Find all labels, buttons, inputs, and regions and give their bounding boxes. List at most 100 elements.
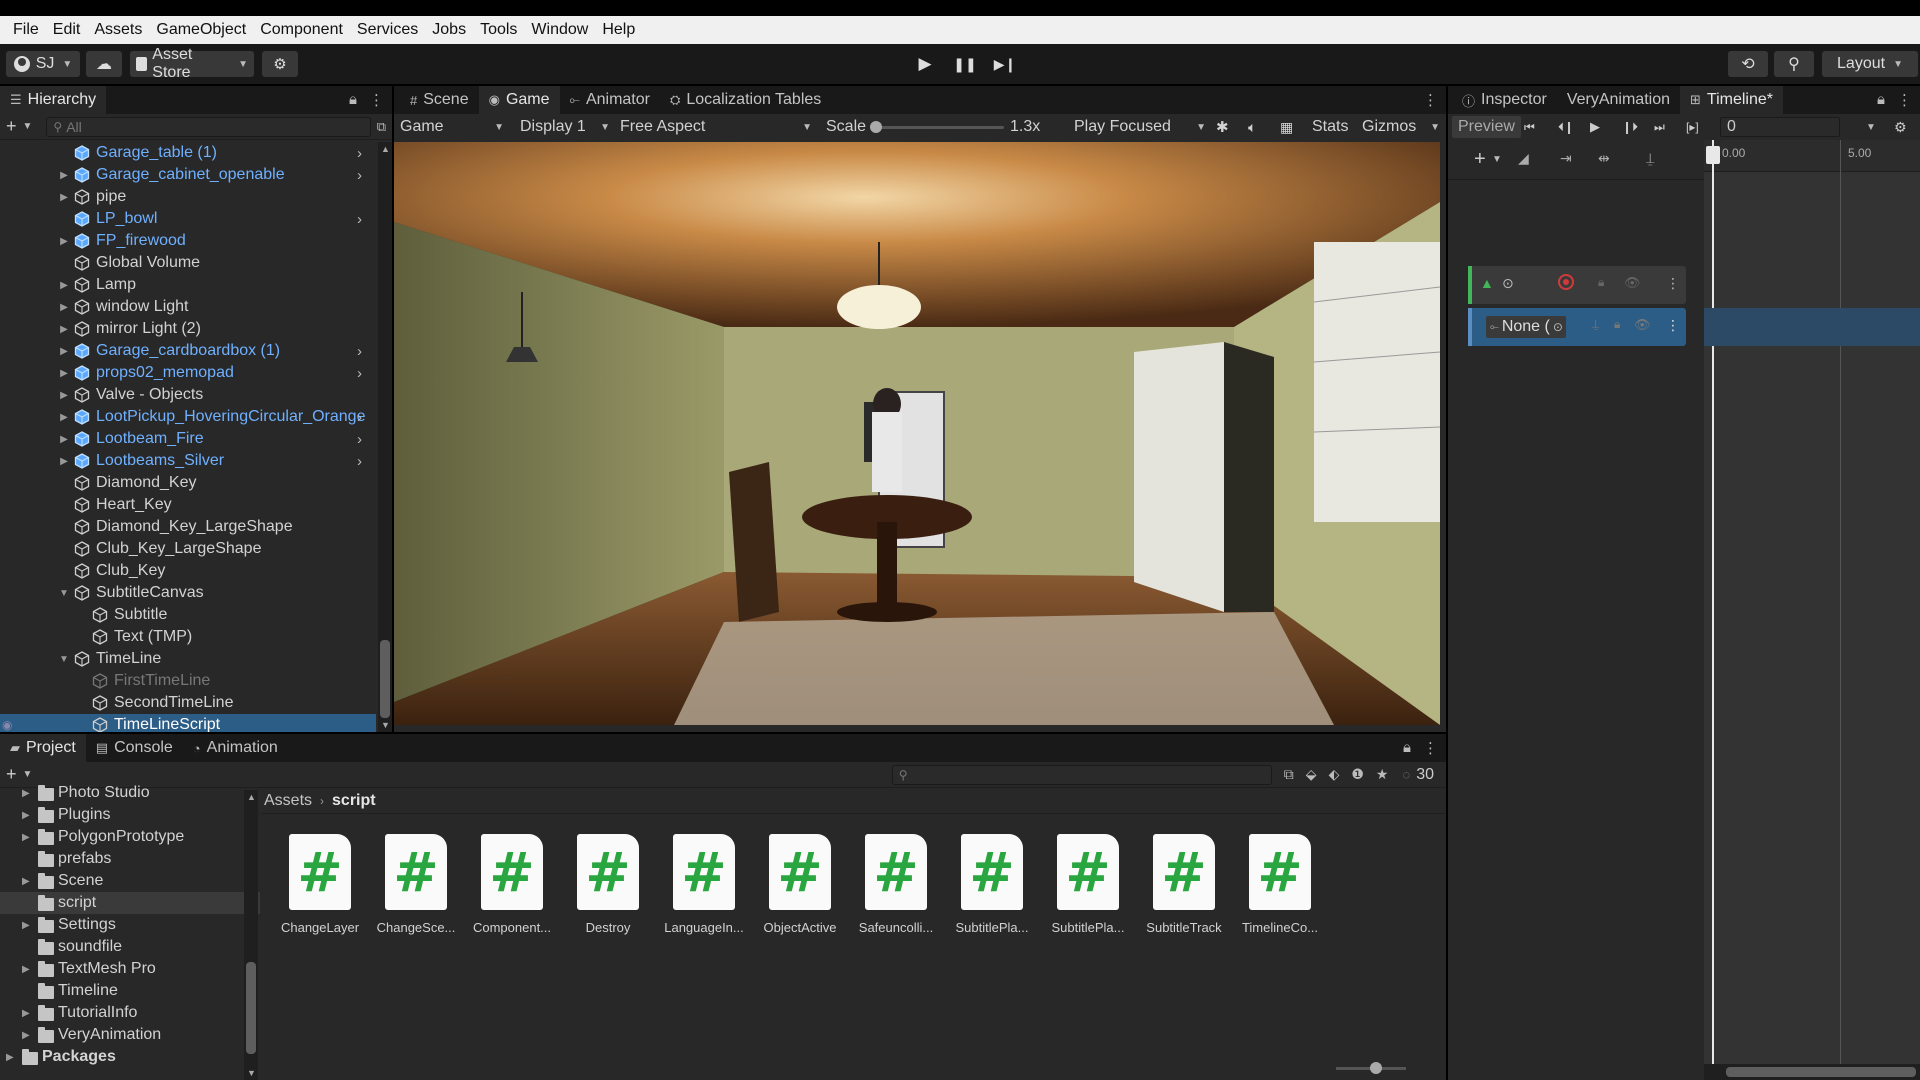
target-icon[interactable]: ⊙ (1502, 275, 1514, 292)
frame-input[interactable]: 0 (1720, 117, 1840, 137)
record-icon[interactable] (1558, 274, 1574, 290)
tab-animator[interactable]: ⟜ Animator (560, 86, 660, 114)
hierarchy-scrollbar[interactable]: ▲ ▼ (378, 142, 392, 732)
stats-button[interactable]: Stats (1312, 114, 1348, 140)
chevron-right-icon[interactable]: ▶ (22, 964, 30, 975)
icon-size-slider[interactable] (1336, 1062, 1406, 1074)
hierarchy-item[interactable]: TimeLineScript ◉ (0, 714, 376, 732)
project-tree-scrollbar[interactable]: ▲ ▼ (244, 790, 258, 1080)
script-asset[interactable]: # SubtitleTrack (1138, 834, 1230, 935)
chevron-right-icon[interactable]: › (357, 453, 362, 470)
hierarchy-item[interactable]: ▼ SubtitleCanvas (0, 582, 376, 604)
tab-hierarchy[interactable]: ☰ Hierarchy (0, 86, 107, 114)
chevron-right-icon[interactable]: ▶ (22, 810, 30, 821)
project-folder-item[interactable]: ▶ Scene (0, 870, 260, 892)
timeline-hscrollbar[interactable] (1704, 1064, 1920, 1080)
hierarchy-item[interactable]: ▶ Lootbeam_Fire › (0, 428, 376, 450)
script-asset[interactable]: # TimelineCo... (1234, 834, 1326, 935)
chevron-right-icon[interactable]: ▶ (22, 1030, 30, 1041)
menu-gameobject[interactable]: GameObject (149, 21, 253, 39)
script-asset[interactable]: # Component... (466, 834, 558, 935)
next-frame-icon[interactable]: ❙⏵ (1622, 120, 1638, 135)
step-button[interactable]: ▶❙ (988, 51, 1022, 77)
hierarchy-item[interactable]: ▶ window Light (0, 296, 376, 318)
hierarchy-item[interactable]: ▶ Garage_cardboardbox (1) › (0, 340, 376, 362)
asset-store-button[interactable]: Asset Store ▼ (130, 46, 254, 81)
menu-jobs[interactable]: Jobs (425, 21, 473, 39)
pause-button[interactable]: ❚❚ (948, 51, 982, 77)
hierarchy-item[interactable]: ▶ Garage_cabinet_openable › (0, 164, 376, 186)
playhead[interactable] (1712, 140, 1714, 1080)
hierarchy-item[interactable]: Text (TMP) (0, 626, 376, 648)
scroll-up-icon[interactable]: ▲ (247, 792, 256, 802)
go-to-end-icon[interactable]: ⏭ (1654, 120, 1665, 135)
chevron-right-icon[interactable]: › (357, 343, 362, 360)
mute-audio-button[interactable]: 🔈︎ (1248, 114, 1268, 140)
hierarchy-item[interactable]: ▶ Lamp (0, 274, 376, 296)
preview-button[interactable]: Preview (1452, 116, 1521, 138)
history-button[interactable]: ⟲ (1728, 51, 1768, 77)
menu-help[interactable]: Help (595, 21, 642, 39)
chevron-right-icon[interactable]: › (357, 365, 362, 382)
hierarchy-item[interactable]: ▼ TimeLine (0, 648, 376, 670)
packages-root[interactable]: ▶ Packages (0, 1046, 260, 1068)
pin-icon[interactable]: ⍊ (1592, 317, 1599, 332)
hierarchy-item[interactable]: ▶ mirror Light (2) (0, 318, 376, 340)
chevron-down-icon[interactable]: ▼ (58, 654, 70, 665)
lock-icon[interactable]: 🔒︎ (349, 91, 357, 109)
search-button[interactable]: ⚲ (1774, 51, 1814, 77)
chevron-right-icon[interactable]: ▶ (58, 412, 70, 423)
project-folder-item[interactable]: ▶ Photo Studio (0, 782, 260, 804)
script-asset[interactable]: # ChangeSce... (370, 834, 462, 935)
cloud-button[interactable]: ☁ (86, 51, 122, 77)
hierarchy-item[interactable]: ▶ pipe (0, 186, 376, 208)
hierarchy-item[interactable]: Global Volume (0, 252, 376, 274)
hierarchy-item[interactable]: Subtitle (0, 604, 376, 626)
target-icon[interactable]: ⊙ (1553, 320, 1563, 334)
snap-icon[interactable]: ◢ (1518, 150, 1529, 167)
previous-frame-icon[interactable]: ⏴❙ (1558, 120, 1574, 135)
menu-window[interactable]: Window (524, 21, 595, 39)
project-folder-item[interactable]: ▶ TextMesh Pro (0, 958, 260, 980)
project-search-input[interactable]: ⚲ (891, 764, 1272, 785)
animation-track-header[interactable]: ⟜ None ( ⊙ ⍊ 🔒︎ 👁︎ ⋮ (1468, 308, 1686, 346)
chevron-right-icon[interactable]: ▶ (22, 788, 30, 799)
hierarchy-item[interactable]: Garage_table (1) › (0, 142, 376, 164)
go-to-start-icon[interactable]: ⏮ (1524, 120, 1535, 135)
kebab-menu-icon[interactable]: ⋮ (1423, 91, 1438, 109)
tab-project[interactable]: ▰ Project (0, 734, 86, 762)
filter-icon[interactable]: ⬙ (1306, 766, 1317, 783)
hierarchy-item[interactable]: Club_Key (0, 560, 376, 582)
hierarchy-item[interactable]: FirstTimeLine (0, 670, 376, 692)
project-folder-item[interactable]: ▶ PolygonPrototype (0, 826, 260, 848)
hierarchy-item[interactable]: ▶ FP_firewood (0, 230, 376, 252)
chevron-right-icon[interactable]: ▶ (58, 280, 70, 291)
project-folder-item[interactable]: ▶ Plugins (0, 804, 260, 826)
eye-icon[interactable]: ◉ (2, 718, 12, 732)
chevron-down-icon[interactable]: ▼ (1866, 122, 1876, 133)
script-asset[interactable]: # Destroy (562, 834, 654, 935)
hierarchy-item[interactable]: Diamond_Key_LargeShape (0, 516, 376, 538)
gizmos-dropdown[interactable]: Gizmos ▼ (1362, 114, 1440, 140)
script-asset[interactable]: # Safeuncolli... (850, 834, 942, 935)
chevron-right-icon[interactable]: › (357, 409, 362, 426)
menu-component[interactable]: Component (253, 21, 350, 39)
eye-icon[interactable]: 👁︎ (1624, 275, 1641, 291)
script-asset[interactable]: # ChangeLayer (274, 834, 366, 935)
chevron-right-icon[interactable]: ▶ (6, 1052, 14, 1063)
hierarchy-item[interactable]: ▶ LootPickup_HoveringCircular_Orange › (0, 406, 376, 428)
hierarchy-item[interactable]: Heart_Key (0, 494, 376, 516)
chevron-right-icon[interactable]: ▶ (58, 324, 70, 335)
timeline-ruler[interactable]: 0.00 5.00 (1704, 140, 1920, 172)
playhead-handle[interactable] (1706, 146, 1720, 164)
label-icon[interactable]: ⬖ (1329, 766, 1340, 783)
chevron-right-icon[interactable]: ▶ (22, 920, 30, 931)
icon-size-thumb[interactable] (1370, 1062, 1382, 1074)
star-icon[interactable]: ★ (1376, 766, 1389, 783)
project-folder-item[interactable]: ▶ Settings (0, 914, 260, 936)
hierarchy-item[interactable]: LP_bowl › (0, 208, 376, 230)
chevron-right-icon[interactable]: ▶ (58, 236, 70, 247)
hierarchy-item[interactable]: Diamond_Key (0, 472, 376, 494)
chevron-down-icon[interactable]: ▼ (1492, 154, 1502, 165)
script-asset[interactable]: # SubtitlePla... (946, 834, 1038, 935)
